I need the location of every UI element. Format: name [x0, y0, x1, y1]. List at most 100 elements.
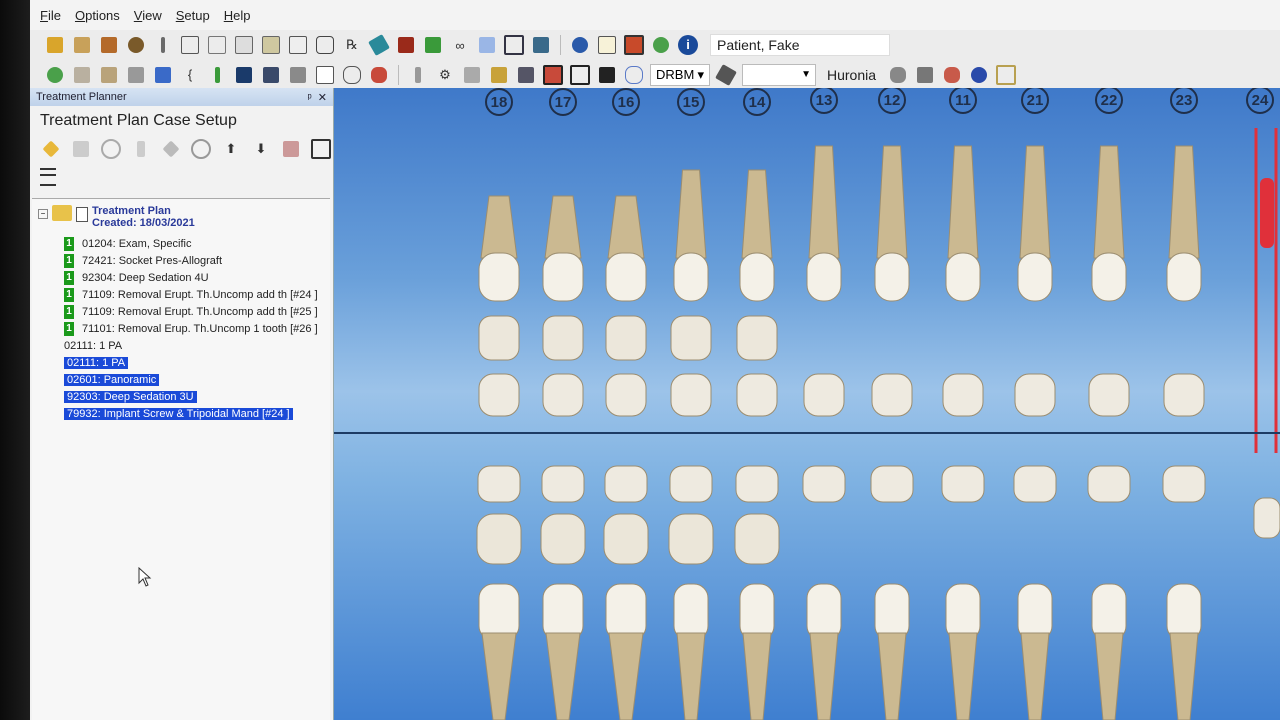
lower-crown[interactable] [945, 583, 981, 641]
prohibit-icon[interactable] [190, 138, 212, 160]
upper-root[interactable] [876, 145, 908, 259]
lower-crown[interactable] [1091, 583, 1127, 641]
implant-marker[interactable] [1260, 178, 1274, 248]
lower-incisal-view[interactable] [870, 465, 914, 503]
menu-setup[interactable]: Setup [176, 8, 210, 23]
lingual-surface[interactable] [871, 373, 913, 417]
lab-case-icon[interactable] [395, 34, 417, 56]
upper-root[interactable] [544, 195, 582, 259]
lingual-surface[interactable] [605, 373, 647, 417]
lower-crown[interactable] [673, 583, 709, 641]
upper-root[interactable] [1093, 145, 1125, 259]
lower-incisal-view[interactable] [941, 465, 985, 503]
brush-icon[interactable] [125, 64, 147, 86]
upper-root[interactable] [1019, 145, 1051, 259]
lower-crown[interactable] [806, 583, 842, 641]
puzzle-icon[interactable] [314, 34, 336, 56]
lower-crown[interactable] [542, 583, 584, 641]
lingual-surface[interactable] [670, 373, 712, 417]
lower-root[interactable] [1020, 632, 1050, 720]
arrow-down-icon[interactable]: ⬇ [250, 138, 272, 160]
upper-crown[interactable] [605, 252, 647, 302]
photo-icon[interactable] [260, 34, 282, 56]
arrow-up-icon[interactable]: ⬆ [220, 138, 242, 160]
upper-root[interactable] [480, 195, 518, 259]
menu-file[interactable]: File [40, 8, 61, 23]
lower-root[interactable] [948, 632, 978, 720]
id-card-icon[interactable] [623, 34, 645, 56]
book-icon[interactable] [98, 34, 120, 56]
pen-green-icon[interactable] [206, 64, 228, 86]
lower-incisal-view[interactable] [477, 465, 521, 503]
menu-view[interactable]: View [134, 8, 162, 23]
lingual-surface[interactable] [1163, 373, 1205, 417]
scanner-icon[interactable] [914, 64, 936, 86]
upper-root[interactable] [675, 169, 707, 259]
bracket-icon[interactable]: { [179, 64, 201, 86]
stamp-icon[interactable] [715, 63, 737, 86]
lower-crown[interactable] [478, 583, 520, 641]
lingual-surface[interactable] [1088, 373, 1130, 417]
tooth-red-icon[interactable] [941, 64, 963, 86]
recycle-icon[interactable] [650, 34, 672, 56]
film-icon[interactable] [287, 64, 309, 86]
list-item-selected[interactable]: 02111: 1 PA [64, 354, 318, 371]
cylinder-icon[interactable] [461, 64, 483, 86]
lined-page-icon[interactable] [314, 64, 336, 86]
plan-node[interactable]: − Treatment Plan Created: 18/03/2021 [38, 205, 195, 229]
lower-crown[interactable] [874, 583, 910, 641]
list-item-selected[interactable]: 79932: Implant Screw & Tripoidal Mand [#… [64, 405, 318, 422]
certificate-icon[interactable] [596, 34, 618, 56]
lower-root[interactable] [545, 632, 581, 720]
lingual-surface[interactable] [942, 373, 984, 417]
list-item-selected[interactable]: 02601: Panoramic [64, 371, 318, 388]
lower-incisal-view[interactable] [802, 465, 846, 503]
eye-icon[interactable] [887, 64, 909, 86]
tooth-outline-icon[interactable] [341, 64, 363, 86]
image-icon[interactable] [233, 34, 255, 56]
pill-icon[interactable] [368, 34, 390, 56]
users-icon[interactable] [569, 34, 591, 56]
lower-root[interactable] [608, 632, 644, 720]
move-icon[interactable] [160, 138, 182, 160]
upper-crown[interactable] [1091, 252, 1127, 302]
lower-incisal-view[interactable] [735, 465, 779, 503]
lingual-surface[interactable] [542, 373, 584, 417]
lingual-surface[interactable] [736, 373, 778, 417]
odontogram-chart[interactable]: 18 17 16 15 14 13 12 11 21 22 23 24 [334, 88, 1280, 720]
open-folder-icon[interactable] [44, 34, 66, 56]
pin-icon[interactable]: ᵖ [307, 92, 311, 104]
lingual-surface[interactable] [803, 373, 845, 417]
lower-occlusal-surface[interactable] [476, 513, 522, 565]
lower-root[interactable] [742, 632, 772, 720]
upper-crown[interactable] [1017, 252, 1053, 302]
printer-icon[interactable] [280, 138, 302, 160]
upper-root[interactable] [1168, 145, 1200, 259]
menu-help[interactable]: Help [224, 8, 251, 23]
lower-occlusal-surface[interactable] [540, 513, 586, 565]
notes-icon[interactable] [71, 34, 93, 56]
rx-icon[interactable]: ℞ [341, 34, 363, 56]
list-item[interactable]: 1 72421: Socket Pres-Allograft [64, 252, 318, 269]
pen-icon[interactable] [152, 34, 174, 56]
implant-icon[interactable] [407, 64, 429, 86]
occlusal-surface[interactable] [478, 315, 520, 361]
list-item[interactable]: 02111: 1 PA [64, 337, 318, 354]
user-figure-icon[interactable] [125, 34, 147, 56]
delete-icon[interactable] [70, 138, 92, 160]
xray-icon[interactable] [233, 64, 255, 86]
refresh-icon[interactable] [44, 64, 66, 86]
upper-crown[interactable] [806, 252, 842, 302]
tools-icon[interactable] [98, 64, 120, 86]
upper-crown[interactable] [945, 252, 981, 302]
tooth-black-icon[interactable] [596, 64, 618, 86]
menu-options[interactable]: Options [75, 8, 120, 23]
print-icon[interactable] [71, 64, 93, 86]
lower-occlusal-surface[interactable] [668, 513, 714, 565]
lower-incisal-view[interactable] [1087, 465, 1131, 503]
box-icon[interactable] [530, 34, 552, 56]
lower-root[interactable] [809, 632, 839, 720]
lower-crown[interactable] [1166, 583, 1202, 641]
upper-root[interactable] [607, 195, 645, 259]
upper-root[interactable] [947, 145, 979, 259]
